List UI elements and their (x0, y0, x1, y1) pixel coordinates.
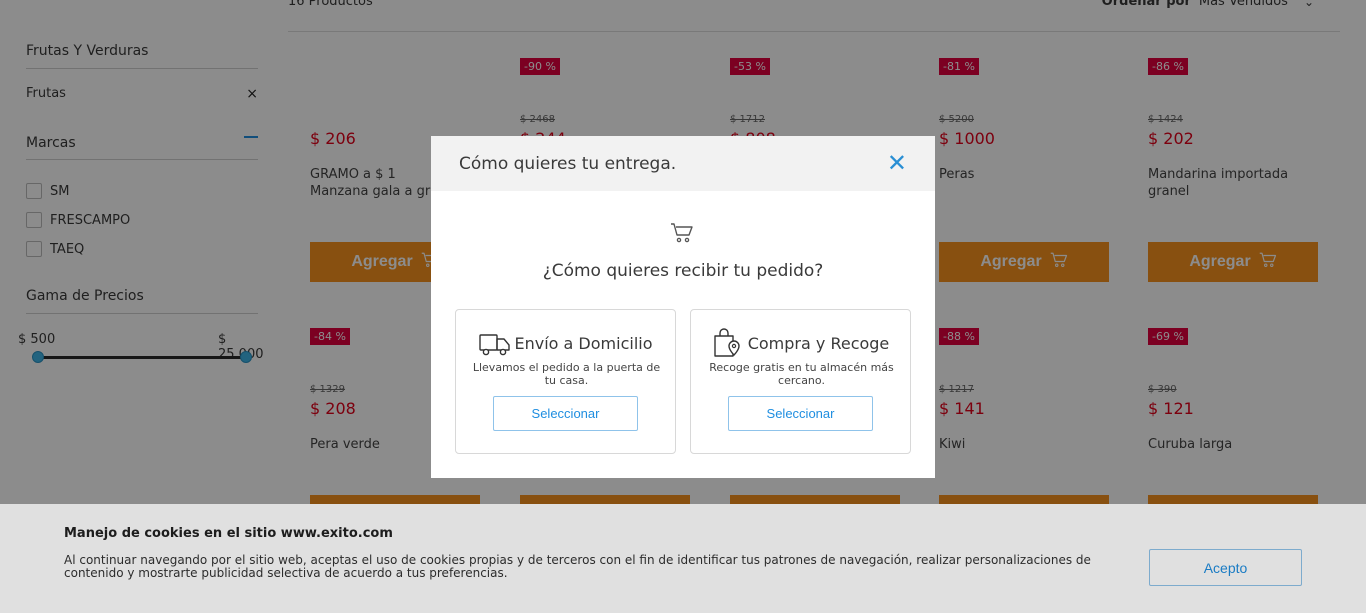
option-title: Envío a Domicilio (514, 333, 653, 353)
cookie-title: Manejo de cookies en el sitio www.exito.… (64, 526, 393, 541)
option-description: Llevamos el pedido a la puerta de tu cas… (472, 361, 661, 387)
cookie-text: Al continuar navegando por el sitio web,… (64, 553, 1091, 580)
select-home-delivery-button[interactable]: Seleccionar (493, 396, 638, 431)
home-delivery-option: Envío a Domicilio Llevamos el pedido a l… (455, 309, 676, 454)
accept-cookies-button[interactable]: Acepto (1149, 549, 1302, 586)
modal-header: Cómo quieres tu entrega. ✕ (431, 136, 935, 191)
store-pickup-option: Compra y Recoge Recoge gratis en tu alma… (690, 309, 911, 454)
option-header: Compra y Recoge (691, 328, 910, 358)
modal-title: Cómo quieres tu entrega. (459, 154, 677, 174)
option-title: Compra y Recoge (747, 333, 890, 353)
store-pin-icon (714, 328, 740, 357)
option-description: Recoge gratis en tu almacén más cercano. (709, 361, 894, 387)
truck-icon (478, 334, 510, 356)
cart-icon (671, 223, 693, 243)
option-header: Envío a Domicilio (456, 328, 675, 358)
close-icon[interactable]: ✕ (887, 151, 907, 175)
select-store-pickup-button[interactable]: Seleccionar (728, 396, 873, 431)
cookie-banner: Manejo de cookies en el sitio www.exito.… (0, 504, 1366, 613)
modal-question: ¿Cómo quieres recibir tu pedido? (542, 261, 824, 281)
delivery-modal: Cómo quieres tu entrega. ✕ ¿Cómo quieres… (431, 136, 935, 478)
